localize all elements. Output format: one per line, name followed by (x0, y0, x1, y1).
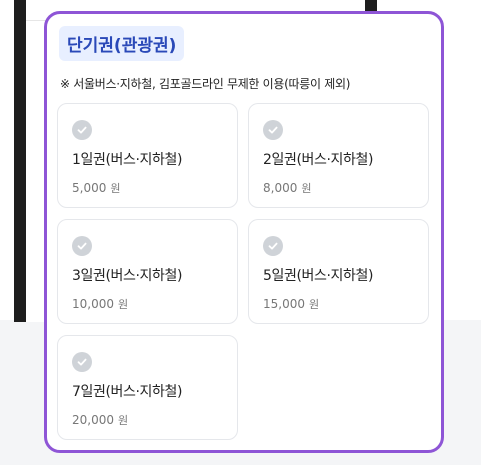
pass-option-5day[interactable]: 5일권(버스·지하철) 15,000 원 (248, 219, 429, 324)
pass-option-price: 10,000 원 (72, 296, 223, 312)
pass-options-grid: 1일권(버스·지하철) 5,000 원 2일권(버스·지하철) 8,000 원 3일… (57, 103, 431, 440)
price-unit: 원 (301, 182, 312, 195)
price-value: 15,000 (263, 297, 305, 311)
pass-option-title: 5일권(버스·지하철) (263, 268, 374, 284)
pass-option-price: 8,000 원 (263, 180, 414, 196)
pass-option-price: 5,000 원 (72, 180, 223, 196)
price-unit: 원 (118, 414, 129, 427)
pass-option-title: 2일권(버스·지하철) (263, 152, 374, 168)
check-circle-icon (72, 352, 92, 372)
section-title: 단기권(관광권) (59, 26, 185, 61)
price-unit: 원 (309, 298, 320, 311)
pass-option-2day[interactable]: 2일권(버스·지하철) 8,000 원 (248, 103, 429, 208)
pass-option-title: 1일권(버스·지하철) (72, 152, 183, 168)
pass-option-3day[interactable]: 3일권(버스·지하철) 10,000 원 (57, 219, 238, 324)
price-unit: 원 (118, 298, 129, 311)
price-value: 10,000 (72, 297, 114, 311)
price-value: 5,000 (72, 181, 107, 195)
check-circle-icon (263, 236, 283, 256)
pass-option-price: 15,000 원 (263, 296, 414, 312)
check-circle-icon (72, 236, 92, 256)
pass-option-price: 20,000 원 (72, 412, 223, 428)
pass-option-title: 3일권(버스·지하철) (72, 268, 183, 284)
price-value: 8,000 (263, 181, 298, 195)
price-value: 20,000 (72, 413, 114, 427)
pass-option-1day[interactable]: 1일권(버스·지하철) 5,000 원 (57, 103, 238, 208)
short-term-pass-card: 단기권(관광권) ※ 서울버스·지하철, 김포골드라인 무제한 이용(따릉이 제… (44, 11, 444, 453)
section-note: ※ 서울버스·지하철, 김포골드라인 무제한 이용(따릉이 제외) (60, 77, 351, 91)
check-circle-icon (263, 120, 283, 140)
price-unit: 원 (110, 182, 121, 195)
pass-option-7day[interactable]: 7일권(버스·지하철) 20,000 원 (57, 335, 238, 440)
check-circle-icon (72, 120, 92, 140)
pass-option-title: 7일권(버스·지하철) (72, 384, 183, 400)
